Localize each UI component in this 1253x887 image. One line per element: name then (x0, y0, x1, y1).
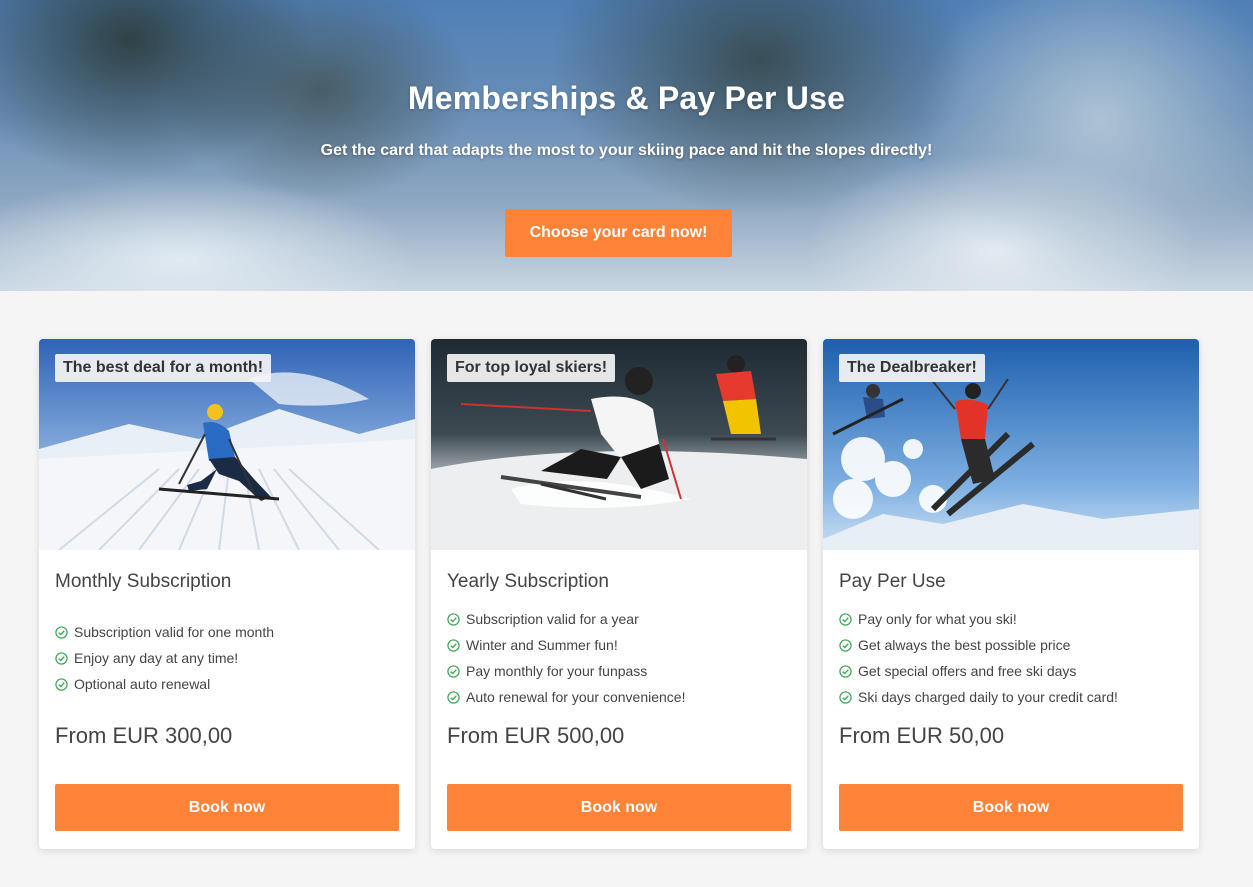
hero-banner: Memberships & Pay Per Use Get the card t… (0, 0, 1253, 291)
feature-item: Subscription valid for a year (447, 606, 685, 632)
check-circle-icon (55, 651, 68, 665)
feature-list: Subscription valid for a year Winter and… (447, 606, 685, 710)
card-badge: For top loyal skiers! (447, 354, 616, 382)
feature-item: Winter and Summer fun! (447, 632, 685, 658)
check-circle-icon (447, 612, 460, 626)
card-image-skiers-jumping: The Dealbreaker! (823, 339, 1199, 550)
check-circle-icon (55, 625, 68, 639)
card-image-skier-carving: The best deal for a month! (39, 339, 415, 550)
check-circle-icon (839, 664, 852, 678)
feature-item: Ski days charged daily to your credit ca… (839, 684, 1118, 710)
card-title: Yearly Subscription (447, 571, 609, 592)
card-price: From EUR 500,00 (447, 723, 625, 748)
check-circle-icon (447, 690, 460, 704)
card-image-two-skiers: For top loyal skiers! (431, 339, 807, 550)
check-circle-icon (447, 638, 460, 652)
membership-card-pay-per-use: The Dealbreaker! Pay Per Use Pay only fo… (823, 339, 1199, 849)
feature-item: Auto renewal for your convenience! (447, 684, 685, 710)
feature-item: Enjoy any day at any time! (55, 645, 274, 671)
hero-subtitle: Get the card that adapts the most to you… (320, 142, 933, 159)
hero-title: Memberships & Pay Per Use (407, 80, 846, 116)
feature-item: Get always the best possible price (839, 632, 1118, 658)
check-circle-icon (839, 638, 852, 652)
membership-card-monthly: The best deal for a month! Monthly Subsc… (39, 339, 415, 849)
card-title: Monthly Subscription (55, 571, 232, 592)
feature-list: Subscription valid for one month Enjoy a… (55, 619, 274, 697)
feature-item: Pay only for what you ski! (839, 606, 1118, 632)
check-circle-icon (447, 664, 460, 678)
book-now-button[interactable]: Book now (447, 784, 791, 831)
feature-item: Optional auto renewal (55, 671, 274, 697)
book-now-button[interactable]: Book now (839, 784, 1183, 831)
card-price: From EUR 50,00 (839, 723, 1005, 748)
feature-item: Subscription valid for one month (55, 619, 274, 645)
feature-item: Pay monthly for your funpass (447, 658, 685, 684)
check-circle-icon (55, 677, 68, 691)
book-now-button[interactable]: Book now (55, 784, 399, 831)
membership-card-yearly: For top loyal skiers! Yearly Subscriptio… (431, 339, 807, 849)
card-price: From EUR 300,00 (55, 723, 233, 748)
feature-item: Get special offers and free ski days (839, 658, 1118, 684)
check-circle-icon (839, 690, 852, 704)
feature-list: Pay only for what you ski! Get always th… (839, 606, 1118, 710)
card-badge: The Dealbreaker! (839, 354, 985, 382)
choose-card-button[interactable]: Choose your card now! (505, 209, 732, 257)
card-title: Pay Per Use (839, 571, 946, 592)
card-badge: The best deal for a month! (55, 354, 272, 382)
check-circle-icon (839, 612, 852, 626)
